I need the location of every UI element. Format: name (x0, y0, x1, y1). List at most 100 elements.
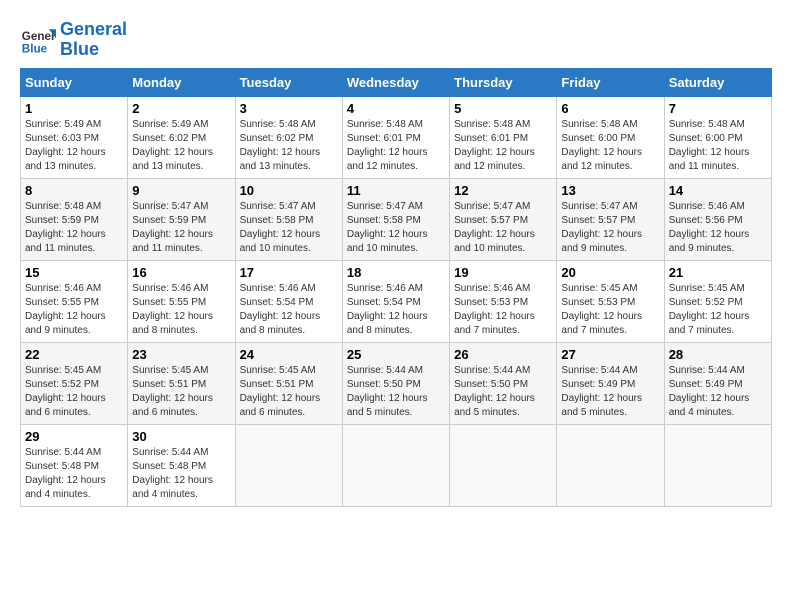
calendar-cell (450, 424, 557, 506)
day-number: 29 (25, 429, 123, 444)
day-number: 5 (454, 101, 552, 116)
calendar-cell: 4 Sunrise: 5:48 AM Sunset: 6:01 PM Dayli… (342, 96, 449, 178)
day-number: 17 (240, 265, 338, 280)
day-info: Sunrise: 5:48 AM Sunset: 6:01 PM Dayligh… (454, 118, 552, 174)
day-number: 16 (132, 265, 230, 280)
logo-line2: Blue (60, 40, 127, 60)
day-info: Sunrise: 5:45 AM Sunset: 5:52 PM Dayligh… (669, 282, 767, 338)
day-info: Sunrise: 5:46 AM Sunset: 5:54 PM Dayligh… (240, 282, 338, 338)
day-info: Sunrise: 5:49 AM Sunset: 6:02 PM Dayligh… (132, 118, 230, 174)
day-number: 21 (669, 265, 767, 280)
calendar-cell: 3 Sunrise: 5:48 AM Sunset: 6:02 PM Dayli… (235, 96, 342, 178)
day-header-tuesday: Tuesday (235, 68, 342, 96)
day-number: 4 (347, 101, 445, 116)
day-info: Sunrise: 5:44 AM Sunset: 5:48 PM Dayligh… (25, 446, 123, 502)
day-info: Sunrise: 5:45 AM Sunset: 5:51 PM Dayligh… (132, 364, 230, 420)
day-number: 11 (347, 183, 445, 198)
calendar-cell: 1 Sunrise: 5:49 AM Sunset: 6:03 PM Dayli… (21, 96, 128, 178)
calendar-cell: 11 Sunrise: 5:47 AM Sunset: 5:58 PM Dayl… (342, 178, 449, 260)
day-info: Sunrise: 5:47 AM Sunset: 5:59 PM Dayligh… (132, 200, 230, 256)
logo-line1: General (60, 20, 127, 40)
day-info: Sunrise: 5:48 AM Sunset: 6:00 PM Dayligh… (561, 118, 659, 174)
day-number: 10 (240, 183, 338, 198)
day-info: Sunrise: 5:46 AM Sunset: 5:53 PM Dayligh… (454, 282, 552, 338)
day-info: Sunrise: 5:48 AM Sunset: 6:00 PM Dayligh… (669, 118, 767, 174)
day-number: 15 (25, 265, 123, 280)
calendar-cell: 23 Sunrise: 5:45 AM Sunset: 5:51 PM Dayl… (128, 342, 235, 424)
day-info: Sunrise: 5:47 AM Sunset: 5:57 PM Dayligh… (454, 200, 552, 256)
day-number: 27 (561, 347, 659, 362)
calendar-cell: 17 Sunrise: 5:46 AM Sunset: 5:54 PM Dayl… (235, 260, 342, 342)
day-header-wednesday: Wednesday (342, 68, 449, 96)
day-info: Sunrise: 5:46 AM Sunset: 5:55 PM Dayligh… (25, 282, 123, 338)
calendar-cell: 2 Sunrise: 5:49 AM Sunset: 6:02 PM Dayli… (128, 96, 235, 178)
calendar-cell (342, 424, 449, 506)
calendar-cell: 21 Sunrise: 5:45 AM Sunset: 5:52 PM Dayl… (664, 260, 771, 342)
calendar-cell (664, 424, 771, 506)
day-number: 28 (669, 347, 767, 362)
calendar-cell: 8 Sunrise: 5:48 AM Sunset: 5:59 PM Dayli… (21, 178, 128, 260)
day-number: 3 (240, 101, 338, 116)
calendar-cell: 5 Sunrise: 5:48 AM Sunset: 6:01 PM Dayli… (450, 96, 557, 178)
day-info: Sunrise: 5:44 AM Sunset: 5:49 PM Dayligh… (669, 364, 767, 420)
day-info: Sunrise: 5:44 AM Sunset: 5:50 PM Dayligh… (347, 364, 445, 420)
day-number: 2 (132, 101, 230, 116)
day-number: 24 (240, 347, 338, 362)
day-info: Sunrise: 5:48 AM Sunset: 5:59 PM Dayligh… (25, 200, 123, 256)
day-number: 13 (561, 183, 659, 198)
logo: General Blue General Blue (20, 20, 127, 60)
day-number: 7 (669, 101, 767, 116)
day-number: 19 (454, 265, 552, 280)
day-number: 6 (561, 101, 659, 116)
day-info: Sunrise: 5:44 AM Sunset: 5:48 PM Dayligh… (132, 446, 230, 502)
calendar-cell: 10 Sunrise: 5:47 AM Sunset: 5:58 PM Dayl… (235, 178, 342, 260)
day-info: Sunrise: 5:45 AM Sunset: 5:51 PM Dayligh… (240, 364, 338, 420)
day-header-sunday: Sunday (21, 68, 128, 96)
calendar-cell: 14 Sunrise: 5:46 AM Sunset: 5:56 PM Dayl… (664, 178, 771, 260)
calendar-cell: 25 Sunrise: 5:44 AM Sunset: 5:50 PM Dayl… (342, 342, 449, 424)
calendar-cell: 20 Sunrise: 5:45 AM Sunset: 5:53 PM Dayl… (557, 260, 664, 342)
calendar-cell: 30 Sunrise: 5:44 AM Sunset: 5:48 PM Dayl… (128, 424, 235, 506)
day-info: Sunrise: 5:48 AM Sunset: 6:02 PM Dayligh… (240, 118, 338, 174)
calendar-cell: 29 Sunrise: 5:44 AM Sunset: 5:48 PM Dayl… (21, 424, 128, 506)
day-info: Sunrise: 5:45 AM Sunset: 5:52 PM Dayligh… (25, 364, 123, 420)
calendar-cell (557, 424, 664, 506)
calendar-cell: 24 Sunrise: 5:45 AM Sunset: 5:51 PM Dayl… (235, 342, 342, 424)
day-number: 30 (132, 429, 230, 444)
day-info: Sunrise: 5:47 AM Sunset: 5:58 PM Dayligh… (347, 200, 445, 256)
calendar-cell: 15 Sunrise: 5:46 AM Sunset: 5:55 PM Dayl… (21, 260, 128, 342)
day-header-saturday: Saturday (664, 68, 771, 96)
day-info: Sunrise: 5:46 AM Sunset: 5:56 PM Dayligh… (669, 200, 767, 256)
day-info: Sunrise: 5:44 AM Sunset: 5:50 PM Dayligh… (454, 364, 552, 420)
calendar-cell: 12 Sunrise: 5:47 AM Sunset: 5:57 PM Dayl… (450, 178, 557, 260)
day-number: 18 (347, 265, 445, 280)
day-number: 14 (669, 183, 767, 198)
day-header-thursday: Thursday (450, 68, 557, 96)
calendar-cell: 26 Sunrise: 5:44 AM Sunset: 5:50 PM Dayl… (450, 342, 557, 424)
day-number: 1 (25, 101, 123, 116)
svg-text:Blue: Blue (22, 42, 48, 55)
calendar: SundayMondayTuesdayWednesdayThursdayFrid… (20, 68, 772, 507)
calendar-cell: 22 Sunrise: 5:45 AM Sunset: 5:52 PM Dayl… (21, 342, 128, 424)
day-info: Sunrise: 5:47 AM Sunset: 5:57 PM Dayligh… (561, 200, 659, 256)
calendar-cell: 19 Sunrise: 5:46 AM Sunset: 5:53 PM Dayl… (450, 260, 557, 342)
svg-text:General: General (22, 30, 56, 43)
day-info: Sunrise: 5:45 AM Sunset: 5:53 PM Dayligh… (561, 282, 659, 338)
day-number: 9 (132, 183, 230, 198)
day-header-friday: Friday (557, 68, 664, 96)
day-info: Sunrise: 5:44 AM Sunset: 5:49 PM Dayligh… (561, 364, 659, 420)
day-number: 22 (25, 347, 123, 362)
calendar-cell: 7 Sunrise: 5:48 AM Sunset: 6:00 PM Dayli… (664, 96, 771, 178)
day-info: Sunrise: 5:46 AM Sunset: 5:55 PM Dayligh… (132, 282, 230, 338)
calendar-cell: 6 Sunrise: 5:48 AM Sunset: 6:00 PM Dayli… (557, 96, 664, 178)
calendar-cell: 18 Sunrise: 5:46 AM Sunset: 5:54 PM Dayl… (342, 260, 449, 342)
day-number: 23 (132, 347, 230, 362)
day-number: 12 (454, 183, 552, 198)
calendar-cell: 27 Sunrise: 5:44 AM Sunset: 5:49 PM Dayl… (557, 342, 664, 424)
day-info: Sunrise: 5:49 AM Sunset: 6:03 PM Dayligh… (25, 118, 123, 174)
day-header-monday: Monday (128, 68, 235, 96)
calendar-cell (235, 424, 342, 506)
day-number: 8 (25, 183, 123, 198)
day-info: Sunrise: 5:47 AM Sunset: 5:58 PM Dayligh… (240, 200, 338, 256)
calendar-cell: 16 Sunrise: 5:46 AM Sunset: 5:55 PM Dayl… (128, 260, 235, 342)
